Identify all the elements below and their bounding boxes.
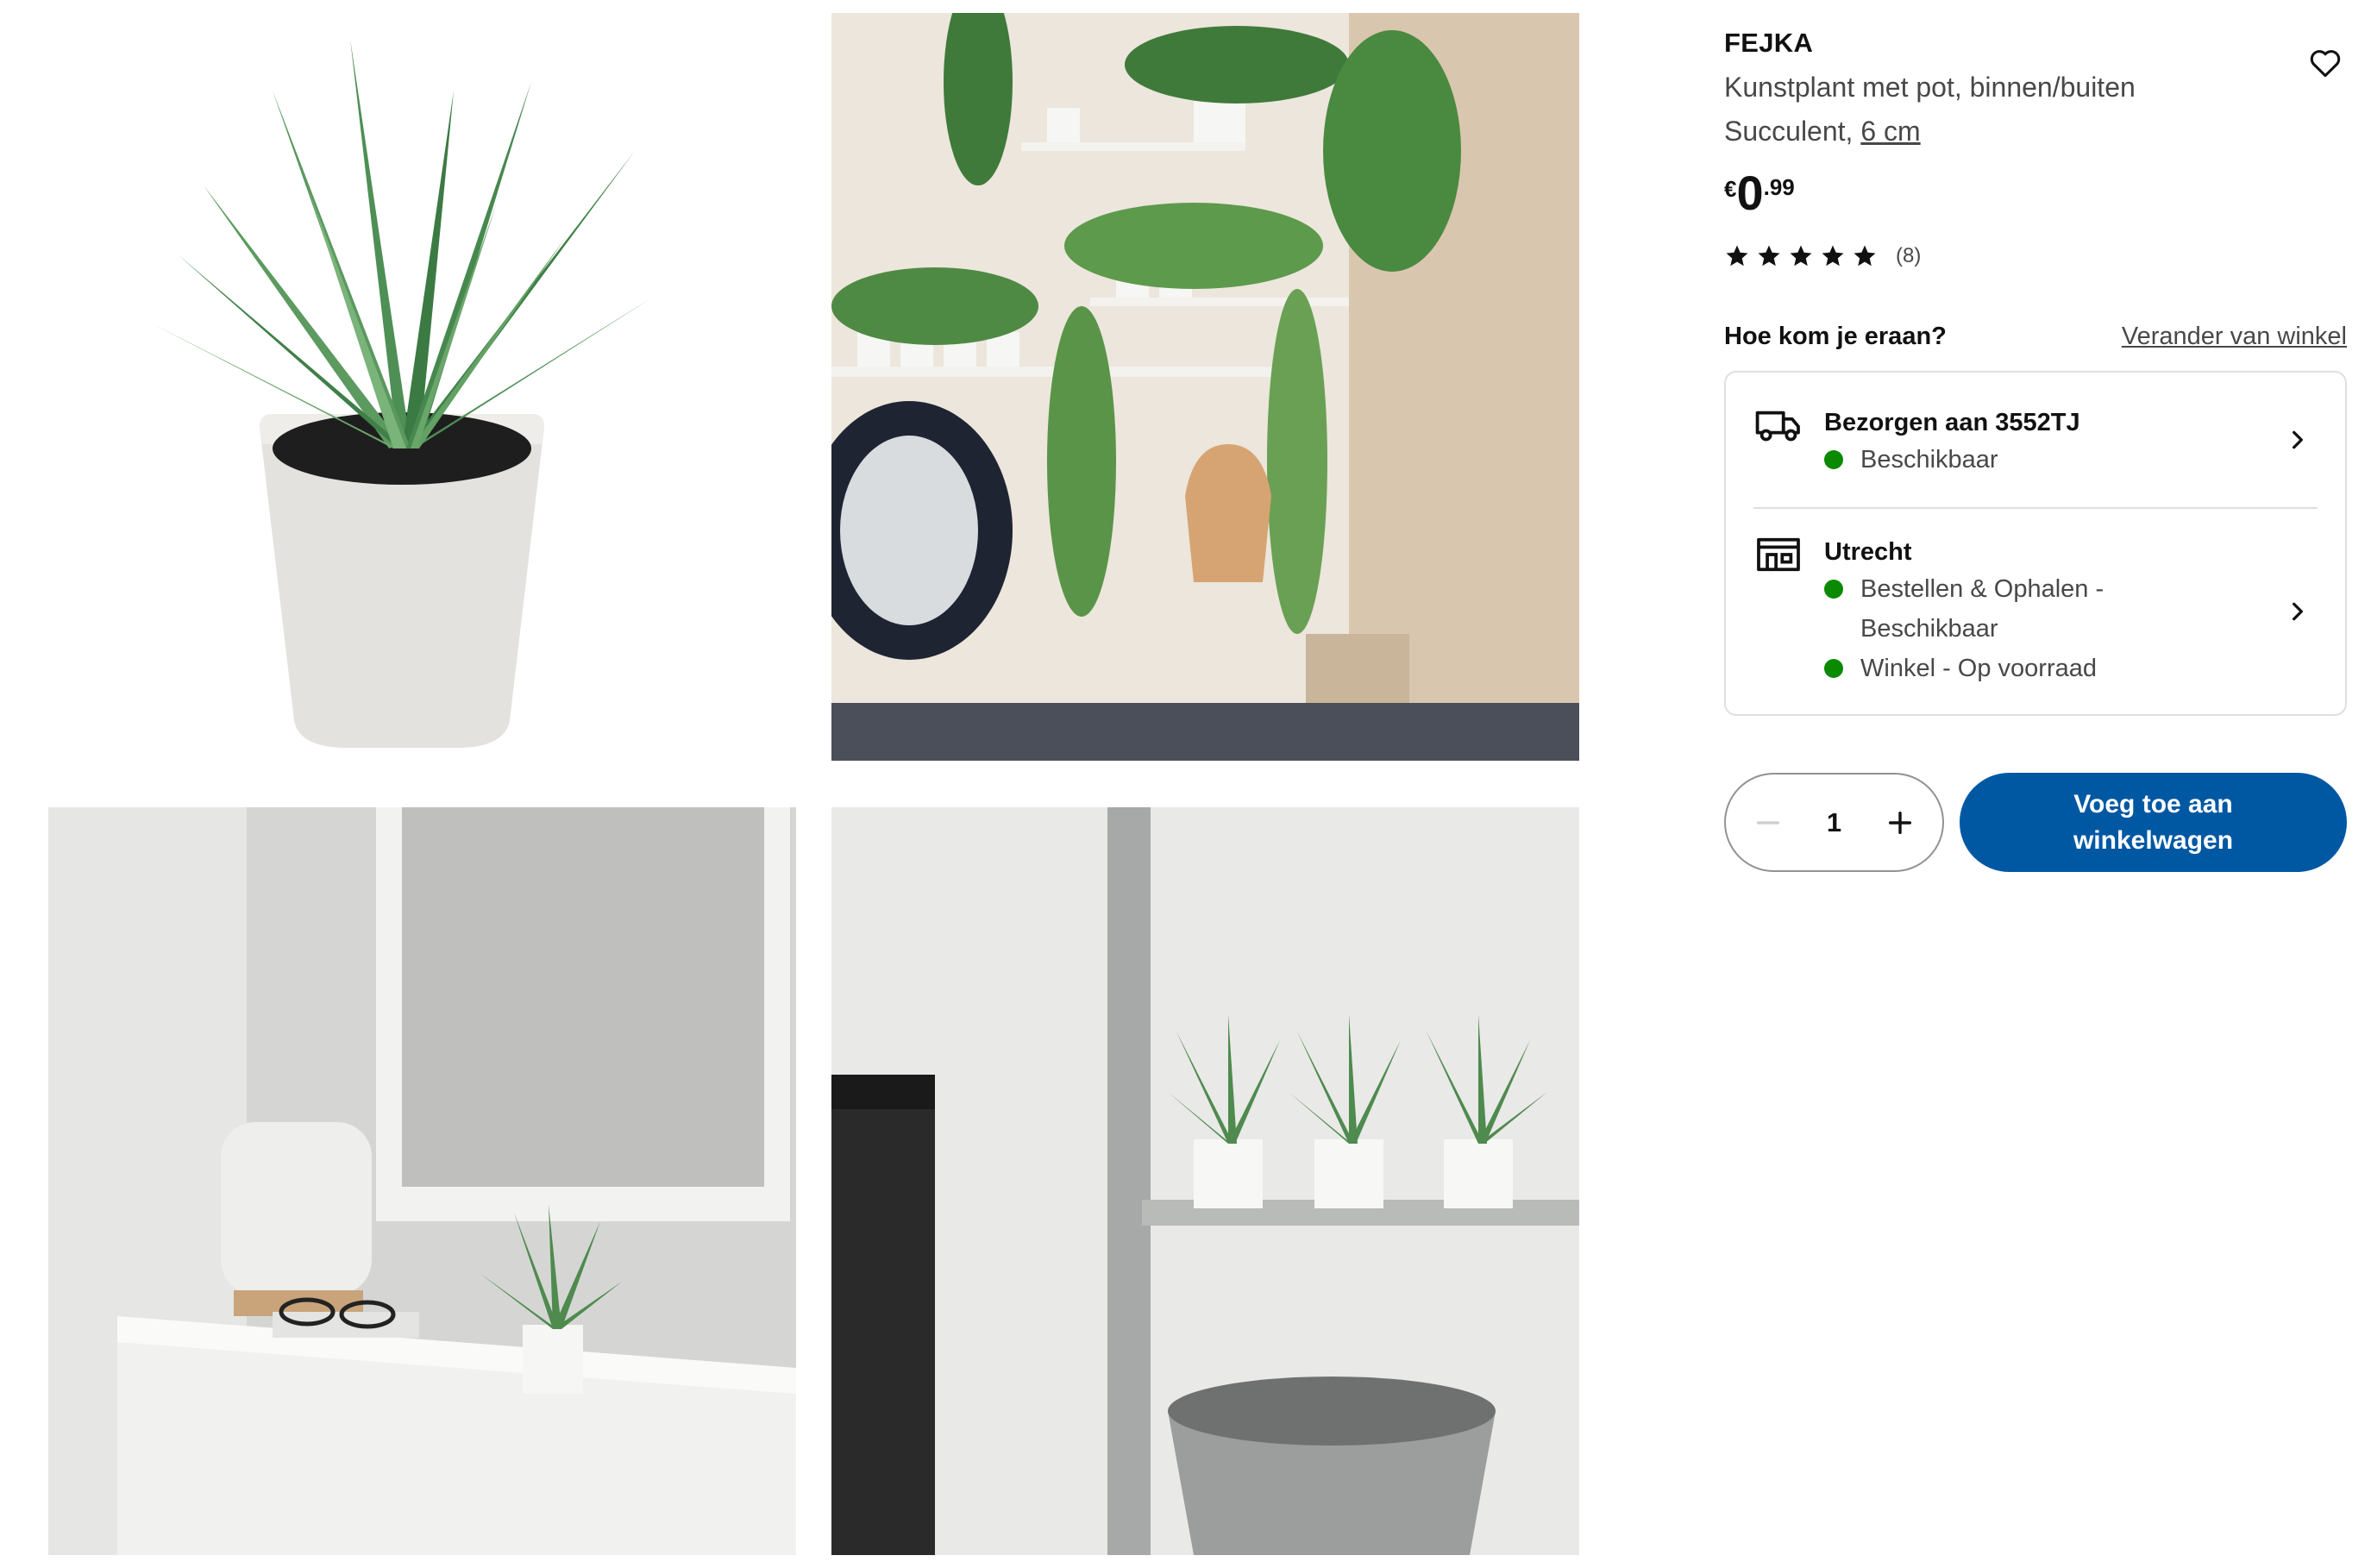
click-collect-text: Bestellen & Ophalen - Beschikbaar xyxy=(1860,569,2104,649)
delivery-text: Bezorgen aan 3552TJ Beschikbaar xyxy=(1824,405,2318,480)
in-store-text: Winkel - Op voorraad xyxy=(1860,655,2097,682)
variant-size-link[interactable]: 6 cm xyxy=(1860,116,1920,147)
price-currency: € xyxy=(1724,176,1737,202)
store-option[interactable]: Utrecht Bestellen & Ophalen - Beschikbaar… xyxy=(1753,509,2318,714)
delivery-status-text: Beschikbaar xyxy=(1860,446,1998,474)
product-description: Kunstplant met pot, binnen/buiten xyxy=(1724,72,2136,103)
store-text: Utrecht Bestellen & Ophalen - Beschikbaar… xyxy=(1824,535,2318,688)
click-collect-line-1: Bestellen & Ophalen - xyxy=(1860,575,2104,603)
rating-count: (8) xyxy=(1896,244,1922,267)
variant-type: Succulent, xyxy=(1724,116,1861,147)
delivery-option[interactable]: Bezorgen aan 3552TJ Beschikbaar xyxy=(1753,373,2318,509)
chevron-right-icon xyxy=(2293,602,2303,621)
available-dot xyxy=(1824,580,1843,599)
availability-header: Hoe kom je eraan? Verander van winkel xyxy=(1724,323,2347,351)
availability-question: Hoe kom je eraan? xyxy=(1724,323,1947,350)
delivery-status: Beschikbaar xyxy=(1824,440,2318,480)
available-dot xyxy=(1824,450,1843,469)
delivery-title: Bezorgen aan 3552TJ xyxy=(1824,409,2080,436)
add-to-cart-label-line-2: winkelwagen xyxy=(2073,825,2234,855)
star-icon xyxy=(1822,245,1844,267)
price-decimals: .99 xyxy=(1763,174,1795,200)
purchase-row: Voeg toe aan winkelwagen xyxy=(1724,773,2347,872)
decrease-quantity-button[interactable] xyxy=(1745,800,1791,846)
product-image-bathroom[interactable] xyxy=(48,807,796,1555)
star-icon xyxy=(1790,245,1812,267)
product-price: € 0 .99 xyxy=(1724,169,2347,217)
add-to-cart-label-line-1: Voeg toe aan xyxy=(2073,789,2233,818)
add-to-cart-label: Voeg toe aan winkelwagen xyxy=(2073,787,2233,859)
add-to-cart-button[interactable]: Voeg toe aan winkelwagen xyxy=(1960,773,2347,872)
availability-box: Bezorgen aan 3552TJ Beschikbaar Utrecht … xyxy=(1724,371,2347,716)
product-info-panel: FEJKA Kunstplant met pot, binnen/buiten … xyxy=(1724,24,2347,872)
store-icon xyxy=(1757,537,1800,572)
click-collect-line-2: Beschikbaar xyxy=(1860,615,1998,643)
increase-quantity-button[interactable] xyxy=(1877,800,1923,846)
star-icon xyxy=(1726,245,1748,267)
store-title: Utrecht xyxy=(1824,538,1912,566)
quantity-input[interactable] xyxy=(1799,806,1869,838)
minus-icon xyxy=(1756,820,1780,825)
price-integer: 0 xyxy=(1736,166,1764,220)
product-variant: Succulent, 6 cm xyxy=(1724,110,2347,154)
star-icon xyxy=(1854,245,1876,267)
wishlist-heart-icon[interactable] xyxy=(2304,41,2347,85)
change-store-link[interactable]: Verander van winkel xyxy=(2122,323,2347,351)
truck-icon xyxy=(1755,411,1800,442)
product-image-main[interactable] xyxy=(48,13,796,761)
plus-icon xyxy=(1888,811,1912,834)
product-name: FEJKA xyxy=(1724,28,1814,58)
available-dot xyxy=(1824,659,1843,678)
star-icon xyxy=(1758,245,1780,267)
product-image-balcony-shelf[interactable] xyxy=(831,807,1579,1555)
product-rating[interactable]: (8) xyxy=(1724,243,2347,269)
product-image-wall-display[interactable] xyxy=(831,13,1579,761)
click-collect-status: Bestellen & Ophalen - Beschikbaar xyxy=(1824,569,2318,649)
quantity-stepper xyxy=(1724,773,1944,872)
in-store-status: Winkel - Op voorraad xyxy=(1824,649,2318,688)
chevron-right-icon xyxy=(2293,430,2303,449)
